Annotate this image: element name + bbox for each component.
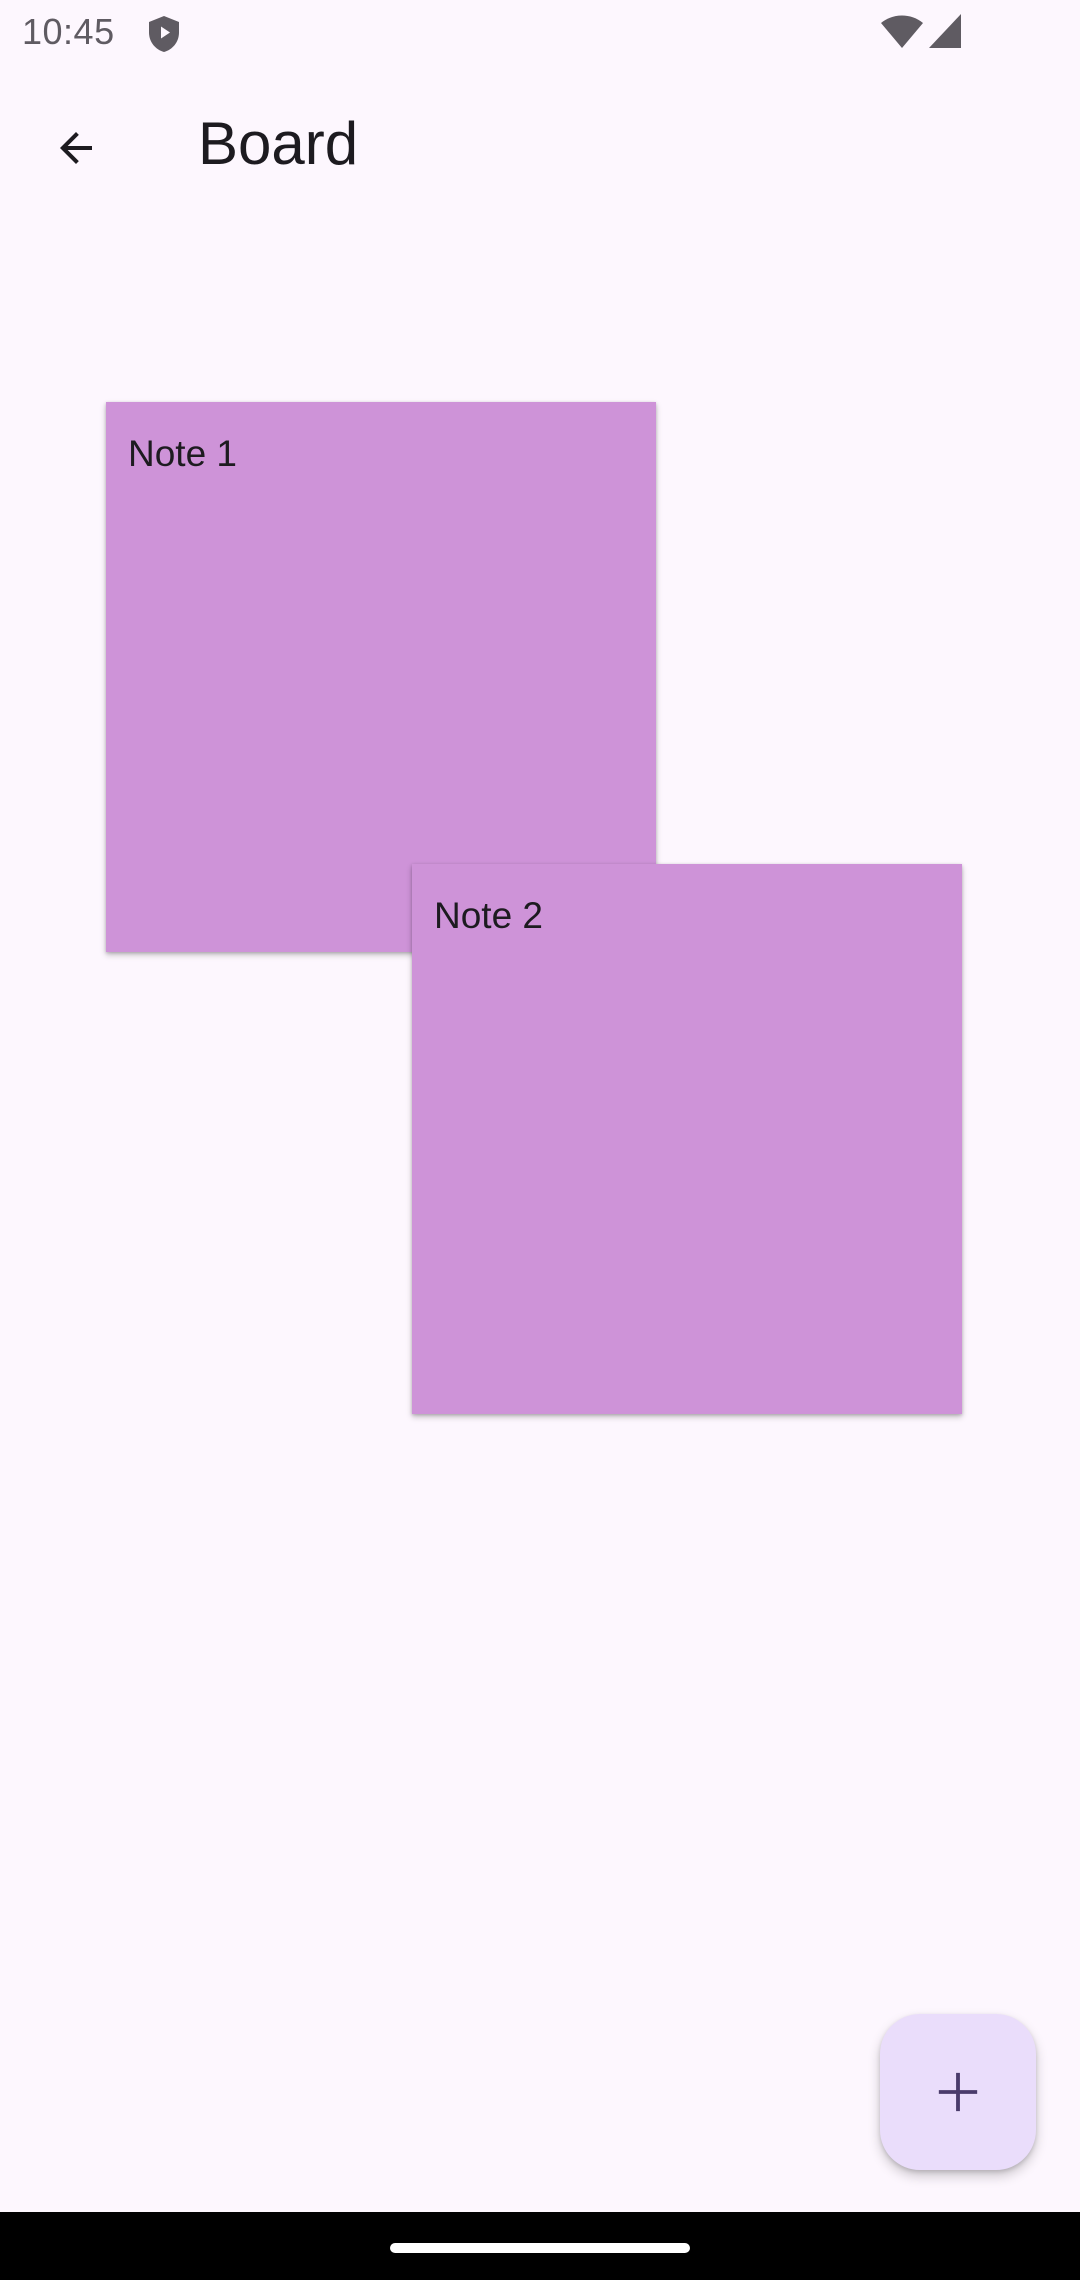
add-note-button[interactable] xyxy=(880,2014,1036,2170)
status-bar: 10:45 xyxy=(0,0,1080,64)
note-text: Note 2 xyxy=(434,895,544,936)
home-gesture-handle[interactable] xyxy=(390,2243,690,2253)
board-canvas[interactable]: Note 1 Note 2 xyxy=(0,216,1080,2212)
shield-icon xyxy=(146,14,182,54)
page-title: Board xyxy=(198,110,359,177)
arrow-back-icon xyxy=(60,132,92,164)
back-button[interactable] xyxy=(36,108,116,188)
sticky-note[interactable]: Note 2 xyxy=(412,864,962,1414)
top-app-bar: Board xyxy=(0,64,1080,216)
cellular-signal-icon xyxy=(928,12,962,50)
navigation-bar xyxy=(0,2212,1080,2280)
wifi-icon xyxy=(880,14,924,50)
plus-icon xyxy=(938,2072,978,2112)
status-time: 10:45 xyxy=(22,11,115,52)
note-text: Note 1 xyxy=(128,433,238,474)
